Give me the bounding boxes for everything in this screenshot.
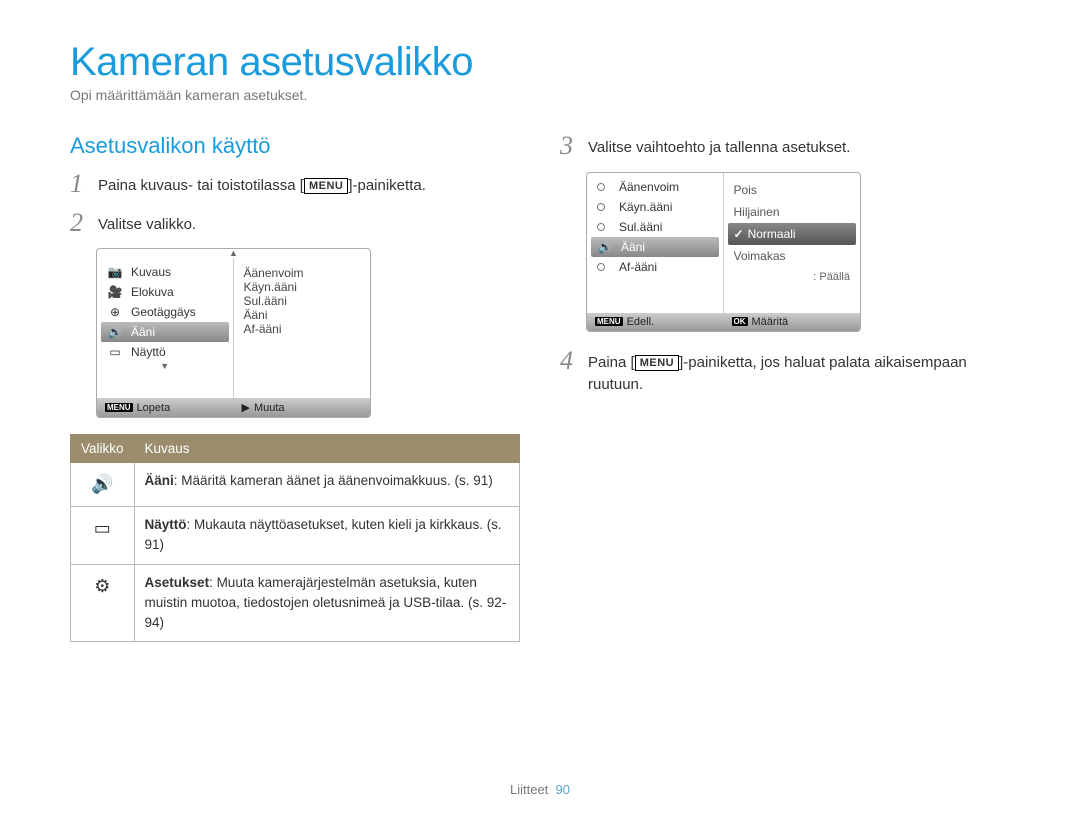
submenu-item: Käyn.ääni: [587, 197, 723, 217]
menu-item-geotag: ⊕ Geotäggäys: [97, 302, 233, 322]
menu-description-table: Valikko Kuvaus 🔊 Ääni: Määritä kameran ä…: [70, 434, 520, 642]
option-normaali-selected: ✓Normaali: [728, 223, 857, 245]
step-number: 3: [560, 133, 578, 159]
page-subtitle: Opi määrittämään kameran asetukset.: [70, 87, 1010, 103]
step-number: 2: [70, 210, 88, 236]
ok-tag-icon: OK: [732, 317, 748, 326]
video-icon: 🎥: [107, 285, 123, 299]
table-head-desc: Kuvaus: [134, 435, 519, 463]
step-text: Valitse valikko.: [98, 210, 520, 237]
menu-tag-icon: MENU: [595, 317, 623, 326]
submenu-item: Sul.ääni: [587, 217, 723, 237]
menu-item-elokuva: 🎥 Elokuva: [97, 282, 233, 302]
submenu-item: Äänenvoim: [244, 266, 361, 280]
lcd-footer-left: MENU Lopeta: [97, 398, 234, 417]
option-hiljainen: Hiljainen: [724, 201, 861, 223]
page-title: Kameran asetusvalikko: [70, 40, 1010, 85]
table-row: ⚙ Asetukset: Muuta kamerajärjestelmän as…: [71, 564, 520, 642]
menu-tag-icon: MENU: [105, 403, 133, 412]
camera-menu-screenshot-1: ▲ 📷 Kuvaus 🎥 Elokuva ⊕ Geotäg: [96, 248, 371, 418]
option-voimakas: Voimakas: [724, 245, 861, 267]
step-4: 4 Paina [MENU]-painiketta, jos haluat pa…: [560, 348, 1010, 397]
table-row: 🔊 Ääni: Määritä kameran äänet ja äänenvo…: [71, 463, 520, 507]
step-text: Paina [: [588, 354, 635, 371]
table-row: ▭ Näyttö: Mukauta näyttöasetukset, kuten…: [71, 507, 520, 565]
option-pois: Pois: [724, 179, 861, 201]
submenu-item: Af-ääni: [587, 257, 723, 277]
section-heading: Asetusvalikon käyttö: [70, 133, 520, 159]
step-number: 4: [560, 348, 578, 374]
menu-item-naytto: ▭ Näyttö: [97, 342, 233, 362]
menu-item-aani-selected: 🔊 Ääni: [101, 322, 229, 342]
display-icon: ▭: [71, 507, 135, 565]
display-icon: ▭: [107, 345, 123, 359]
gear-icon: ⚙: [71, 564, 135, 642]
lcd-footer-right: ▶ Muuta: [234, 398, 371, 417]
step-text: Paina kuvaus- tai toistotilassa [: [98, 177, 304, 194]
page-footer: Liitteet 90: [0, 782, 1080, 797]
lcd-footer-left: MENU Edell.: [587, 313, 724, 331]
submenu-item: Sul.ääni: [244, 294, 361, 308]
submenu-item: Ääni: [244, 308, 361, 322]
step-1: 1 Paina kuvaus- tai toistotilassa [MENU]…: [70, 171, 520, 198]
table-head-menu: Valikko: [71, 435, 135, 463]
submenu-item-selected: 🔊Ääni: [591, 237, 719, 257]
menu-button-label: MENU: [304, 178, 348, 194]
step-3: 3 Valitse vaihtoehto ja tallenna asetuks…: [560, 133, 1010, 160]
sound-icon: 🔊: [597, 240, 613, 254]
submenu-item: Käyn.ääni: [244, 280, 361, 294]
check-icon: ✓: [734, 227, 744, 241]
camera-icon: 📷: [107, 265, 123, 279]
step-2: 2 Valitse valikko.: [70, 210, 520, 237]
menu-button-label: MENU: [635, 355, 679, 371]
page-number: 90: [556, 782, 570, 797]
menu-item-kuvaus: 📷 Kuvaus: [97, 262, 233, 282]
status-text: : Päällä: [724, 267, 861, 283]
step-text: ]-painiketta.: [348, 177, 426, 194]
camera-menu-screenshot-2: Äänenvoim Käyn.ääni Sul.ääni 🔊Ääni Af-ää…: [586, 172, 861, 332]
step-number: 1: [70, 171, 88, 197]
submenu-item: Äänenvoim: [587, 177, 723, 197]
globe-icon: ⊕: [107, 305, 123, 319]
sound-icon: 🔊: [71, 463, 135, 507]
lcd-footer-right: OK Määritä: [724, 313, 861, 331]
submenu-item: Af-ääni: [244, 322, 361, 336]
sound-icon: 🔊: [107, 325, 123, 339]
step-text: Valitse vaihtoehto ja tallenna asetukset…: [588, 133, 1010, 160]
